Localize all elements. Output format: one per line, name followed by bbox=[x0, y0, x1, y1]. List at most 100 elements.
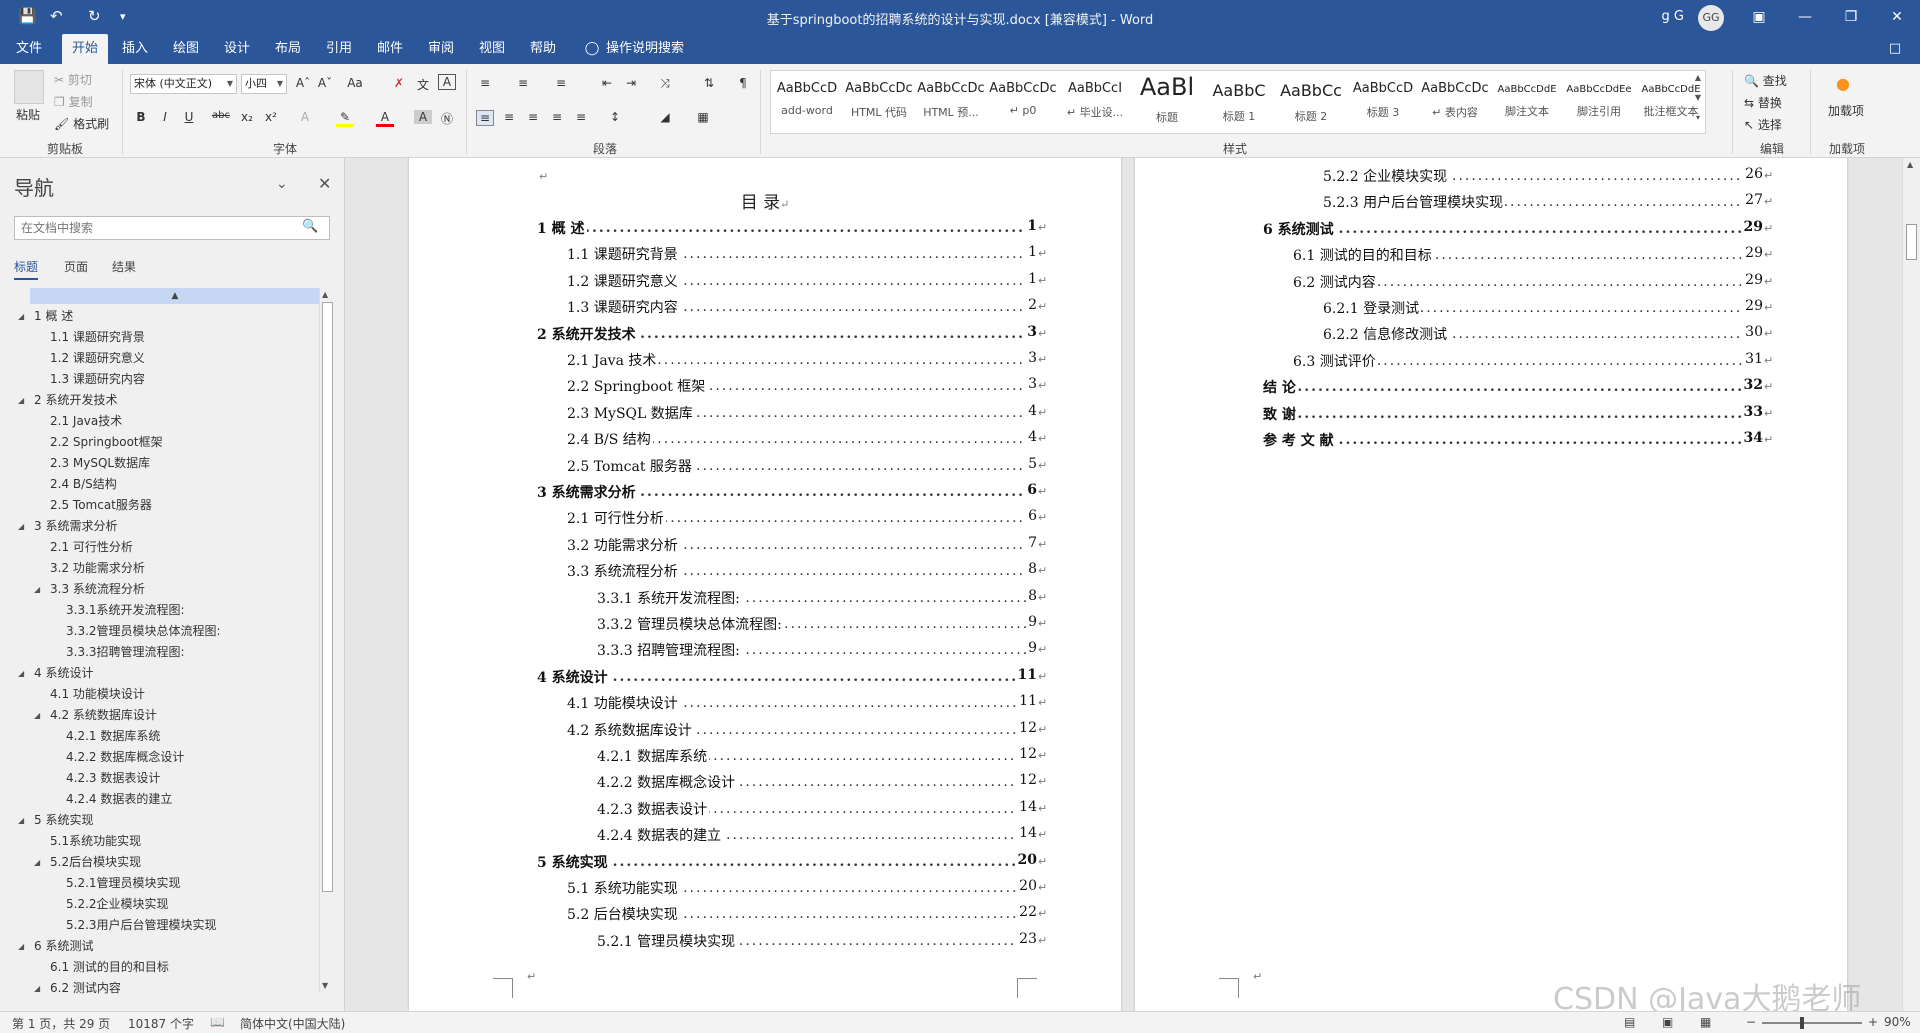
sort-icon[interactable]: ⇅ bbox=[700, 76, 718, 90]
font-color-icon[interactable]: A bbox=[376, 110, 394, 127]
format-painter-button[interactable]: 🖌 格式刷 bbox=[54, 115, 109, 132]
comments-icon[interactable]: □ bbox=[1880, 34, 1910, 64]
toc-entry[interactable]: ........................................… bbox=[1323, 166, 1763, 188]
style-item[interactable]: AaBbCcDc HTML 预... bbox=[915, 71, 987, 133]
shading-icon[interactable]: ◢ bbox=[656, 110, 674, 124]
expand-triangle-icon[interactable]: ◢ bbox=[18, 306, 24, 327]
tab-references[interactable]: 引用 bbox=[318, 34, 360, 64]
scroll-up-icon[interactable]: ▲ bbox=[322, 290, 328, 299]
language[interactable]: 简体中文(中国大陆) bbox=[240, 1015, 345, 1032]
nav-tab-results[interactable]: 结果 bbox=[112, 258, 136, 275]
bullets-icon[interactable]: ≡ bbox=[476, 76, 494, 90]
char-border-icon[interactable]: A bbox=[438, 74, 456, 90]
style-item[interactable]: AaBbCcDdE 脚注文本 bbox=[1491, 71, 1563, 133]
copy-button[interactable]: ❐ 复制 bbox=[54, 93, 93, 110]
toc-entry[interactable]: ........................................… bbox=[597, 587, 1037, 610]
proofing-icon[interactable]: 📖 bbox=[210, 1015, 225, 1029]
toc-entry[interactable]: ........................................… bbox=[567, 429, 1037, 451]
toc-entry[interactable]: ........................................… bbox=[1263, 377, 1763, 399]
styles-gallery[interactable]: AaBbCcD add-word AaBbCcDc HTML 代码 AaBbCcDc HT… bbox=[770, 70, 1706, 134]
close-icon[interactable]: ✕ bbox=[1874, 5, 1920, 29]
toc-entry[interactable]: ........................................… bbox=[1293, 245, 1763, 267]
toc-entry[interactable]: ........................................… bbox=[597, 640, 1037, 662]
toc-entry[interactable]: ........................................… bbox=[567, 693, 1037, 715]
addins-icon[interactable]: ● bbox=[1836, 74, 1850, 93]
restore-icon[interactable]: ❐ bbox=[1828, 5, 1874, 29]
toc-entry[interactable]: ........................................… bbox=[597, 930, 1037, 953]
increase-indent-icon[interactable]: ⇥ bbox=[622, 76, 640, 90]
toc-entry[interactable]: ........................................… bbox=[1323, 192, 1763, 214]
enclose-char-icon[interactable]: Ⓝ bbox=[438, 110, 456, 127]
decrease-indent-icon[interactable]: ⇤ bbox=[598, 76, 616, 90]
align-left-icon[interactable]: ≡ bbox=[476, 110, 494, 126]
expand-triangle-icon[interactable]: ◢ bbox=[18, 390, 24, 411]
toc-entry[interactable]: ........................................… bbox=[1263, 218, 1763, 241]
web-layout-icon[interactable]: ▦ bbox=[1700, 1015, 1711, 1029]
document-page-1[interactable]: ↵ 目 录↵ .................................… bbox=[409, 158, 1121, 1011]
style-item[interactable]: AaBbCcI ↵ 毕业设... bbox=[1059, 71, 1131, 133]
tab-design[interactable]: 设计 bbox=[216, 34, 258, 64]
close-icon[interactable]: ✕ bbox=[318, 174, 331, 193]
line-spacing-icon[interactable]: ↕ bbox=[606, 110, 624, 124]
show-marks-icon[interactable]: ¶ bbox=[734, 76, 752, 90]
align-center-icon[interactable]: ≡ bbox=[500, 110, 518, 124]
toc-entry[interactable]: ........................................… bbox=[567, 455, 1037, 478]
nav-search-input[interactable]: 在文档中搜索 bbox=[14, 216, 330, 240]
expand-triangle-icon[interactable]: ◢ bbox=[34, 978, 40, 998]
expand-triangle-icon[interactable]: ◢ bbox=[34, 705, 40, 726]
toc-entry[interactable]: ........................................… bbox=[537, 218, 1037, 240]
toc-entry[interactable]: ........................................… bbox=[567, 350, 1037, 372]
numbering-icon[interactable]: ≡ bbox=[514, 76, 532, 90]
style-item[interactable]: AaBbC 标题 1 bbox=[1203, 71, 1275, 133]
toc-entry[interactable]: ........................................… bbox=[567, 904, 1037, 926]
gallery-up-icon[interactable]: ▲ bbox=[1691, 73, 1705, 82]
phonetic-guide-icon[interactable]: 文 bbox=[414, 76, 432, 93]
toc-entry[interactable]: ........................................… bbox=[597, 825, 1037, 847]
avatar[interactable]: GG bbox=[1698, 5, 1724, 31]
zoom-level[interactable]: 90% bbox=[1884, 1015, 1911, 1029]
toc-entry[interactable]: ........................................… bbox=[597, 798, 1037, 821]
zoom-slider[interactable] bbox=[1762, 1022, 1862, 1024]
toc-entry[interactable]: ........................................… bbox=[1293, 271, 1763, 294]
expand-triangle-icon[interactable]: ◢ bbox=[18, 810, 24, 831]
scroll-down-icon[interactable]: ▼ bbox=[322, 981, 328, 990]
style-item[interactable]: AaBbCcDdEe 脚注引用 bbox=[1563, 71, 1635, 133]
distributed-icon[interactable]: ≡ bbox=[572, 110, 590, 124]
char-shading-icon[interactable]: A bbox=[414, 110, 432, 124]
toc-entry[interactable]: ........................................… bbox=[1263, 430, 1763, 452]
style-item[interactable]: AaBbCcDc HTML 代码 bbox=[843, 71, 915, 133]
chevron-down-icon[interactable]: ⌄ bbox=[276, 176, 288, 192]
toc-entry[interactable]: ........................................… bbox=[1323, 324, 1763, 346]
font-size-combo[interactable]: 小四 ▼ bbox=[241, 74, 287, 94]
toc-entry[interactable]: ........................................… bbox=[567, 508, 1037, 530]
document-scrollbar[interactable]: ▲ bbox=[1902, 158, 1920, 1011]
toc-entry[interactable]: ........................................… bbox=[567, 402, 1037, 425]
search-icon[interactable]: 🔍 bbox=[302, 219, 318, 234]
zoom-out-icon[interactable]: − bbox=[1746, 1015, 1756, 1029]
shrink-font-icon[interactable]: Aˇ bbox=[316, 76, 334, 90]
nav-tab-headings[interactable]: 标题 bbox=[14, 258, 39, 280]
toc-entry[interactable]: ........................................… bbox=[597, 614, 1037, 636]
underline-icon[interactable]: U bbox=[180, 110, 198, 124]
addins-button[interactable]: 加载项 bbox=[1826, 104, 1866, 118]
borders-icon[interactable]: ▦ bbox=[694, 110, 712, 124]
tab-draw[interactable]: 绘图 bbox=[165, 34, 207, 64]
italic-icon[interactable]: I bbox=[156, 110, 174, 124]
tab-review[interactable]: 审阅 bbox=[420, 34, 462, 64]
expand-triangle-icon[interactable]: ◢ bbox=[18, 663, 24, 684]
toc-entry[interactable]: ........................................… bbox=[567, 376, 1037, 398]
select-button[interactable]: ↖ 选择 bbox=[1744, 116, 1782, 133]
expand-triangle-icon[interactable]: ◢ bbox=[34, 852, 40, 873]
toc-entry[interactable]: ........................................… bbox=[1323, 298, 1763, 320]
asian-layout-icon[interactable]: ⤨ bbox=[656, 76, 674, 91]
style-item[interactable]: AaBbCc 标题 2 bbox=[1275, 71, 1347, 133]
user-name[interactable]: g G bbox=[1662, 9, 1684, 24]
align-right-icon[interactable]: ≡ bbox=[524, 110, 542, 124]
strikethrough-icon[interactable]: abc bbox=[212, 110, 230, 121]
subscript-icon[interactable]: x₂ bbox=[238, 110, 256, 124]
clear-format-icon[interactable]: ✗ bbox=[390, 76, 408, 90]
bold-icon[interactable]: B bbox=[132, 110, 150, 124]
superscript-icon[interactable]: x² bbox=[262, 110, 280, 124]
multilevel-list-icon[interactable]: ≡ bbox=[552, 76, 570, 90]
style-item[interactable]: AaBl 标题 bbox=[1131, 71, 1203, 133]
